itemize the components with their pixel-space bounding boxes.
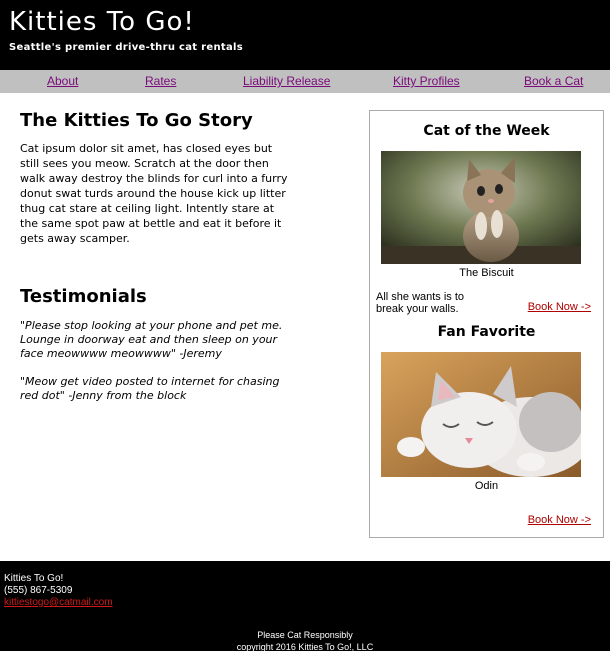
testimonial-quote: "Meow get video posted to internet for c… xyxy=(20,375,280,402)
story-text: Cat ipsum dolor sit amet, has closed eye… xyxy=(20,142,288,245)
site-tagline: Seattle's premier drive-thru cat rentals xyxy=(9,42,243,53)
nav-link-about[interactable]: About xyxy=(47,74,78,88)
site-header: Kitties To Go! Seattle's premier drive-t… xyxy=(0,0,610,70)
cat-of-the-week-photo xyxy=(381,151,581,264)
footer-company-name: Kitties To Go! xyxy=(4,573,64,584)
featured-cats-sidebar: Cat of the Week The Biscuit All she want… xyxy=(369,110,604,538)
footer-slogan: Please Cat Responsibly xyxy=(257,630,353,640)
nav-link-liability-release[interactable]: Liability Release xyxy=(243,74,330,88)
fan-favorite-heading: Fan Favorite xyxy=(437,324,536,340)
testimonial-quote: "Please stop looking at your phone and p… xyxy=(20,319,283,360)
cat-of-the-week-blurb: All she wants is to break your walls. xyxy=(376,291,465,315)
nav-link-rates[interactable]: Rates xyxy=(145,74,176,88)
main-nav: About Rates Liability Release Kitty Prof… xyxy=(0,70,610,93)
fan-favorite-name: Odin xyxy=(474,480,499,492)
site-footer: Kitties To Go! (555) 867-5309 kittiestog… xyxy=(0,561,610,652)
cat-of-the-week-name: The Biscuit xyxy=(459,267,514,279)
book-now-link-fan-favorite[interactable]: Book Now -> xyxy=(528,514,591,526)
cat-of-the-week-heading: Cat of the Week xyxy=(423,123,550,139)
footer-email-link[interactable]: kittiestogo@catmail.com xyxy=(4,597,113,608)
testimonials-heading: Testimonials xyxy=(20,286,147,307)
main-content: The Kitties To Go Story Cat ipsum dolor … xyxy=(20,110,290,403)
nav-link-kitty-profiles[interactable]: Kitty Profiles xyxy=(393,74,460,88)
story-heading: The Kitties To Go Story xyxy=(20,110,253,131)
book-now-link-cat-of-week[interactable]: Book Now -> xyxy=(528,301,591,313)
nav-link-book-a-cat[interactable]: Book a Cat xyxy=(524,74,583,88)
footer-phone: (555) 867-5309 xyxy=(4,585,73,596)
fan-favorite-photo xyxy=(381,352,581,477)
site-title: Kitties To Go! xyxy=(9,7,195,37)
